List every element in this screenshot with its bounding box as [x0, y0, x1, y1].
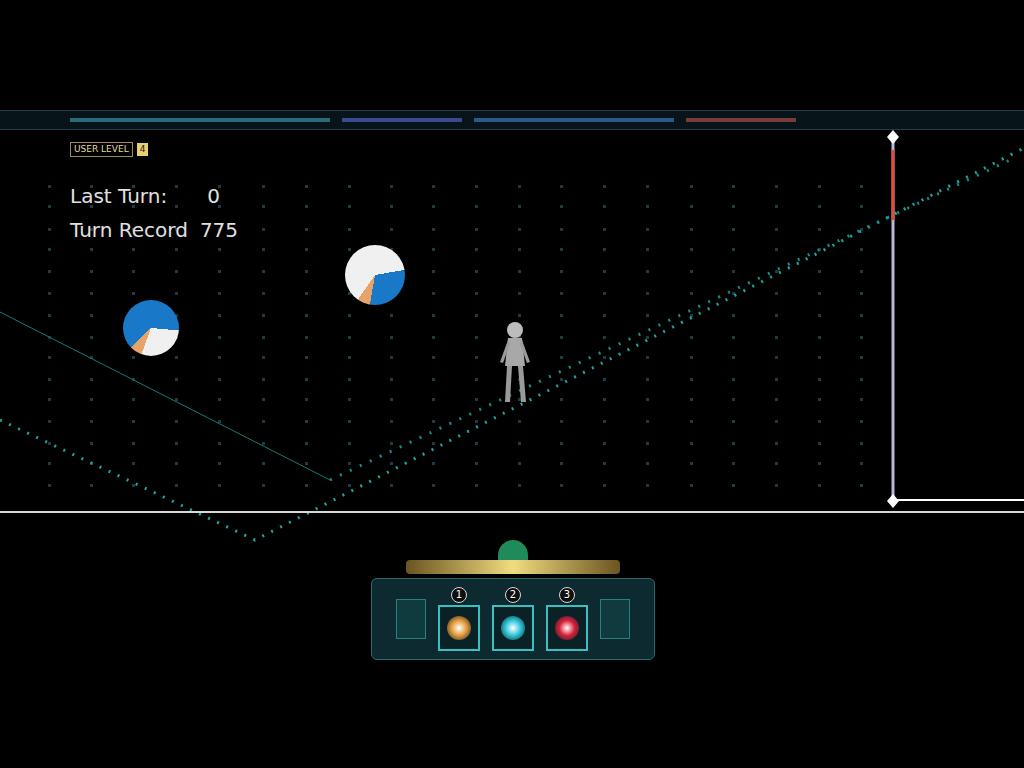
hand-card[interactable]: 3	[546, 587, 588, 651]
player-character-icon	[490, 318, 540, 406]
top-bar	[0, 110, 1024, 130]
hud-panel: USER LEVEL4 Last Turn:0 Turn Record775	[70, 142, 238, 245]
turn-record: Turn Record775	[70, 215, 238, 245]
card-tray: 123	[325, 540, 701, 673]
beach-ball	[123, 300, 179, 356]
last-turn: Last Turn:0	[70, 181, 238, 211]
card-art-icon	[447, 616, 471, 640]
hand-card[interactable]: 1	[438, 587, 480, 651]
card-art-icon	[555, 616, 579, 640]
user-level: USER LEVEL4	[70, 142, 238, 157]
beach-ball	[345, 245, 405, 305]
game-screen: USER LEVEL4 Last Turn:0 Turn Record775 123	[0, 0, 1024, 768]
hand-card[interactable]: 2	[492, 587, 534, 651]
card-art-icon	[501, 616, 525, 640]
